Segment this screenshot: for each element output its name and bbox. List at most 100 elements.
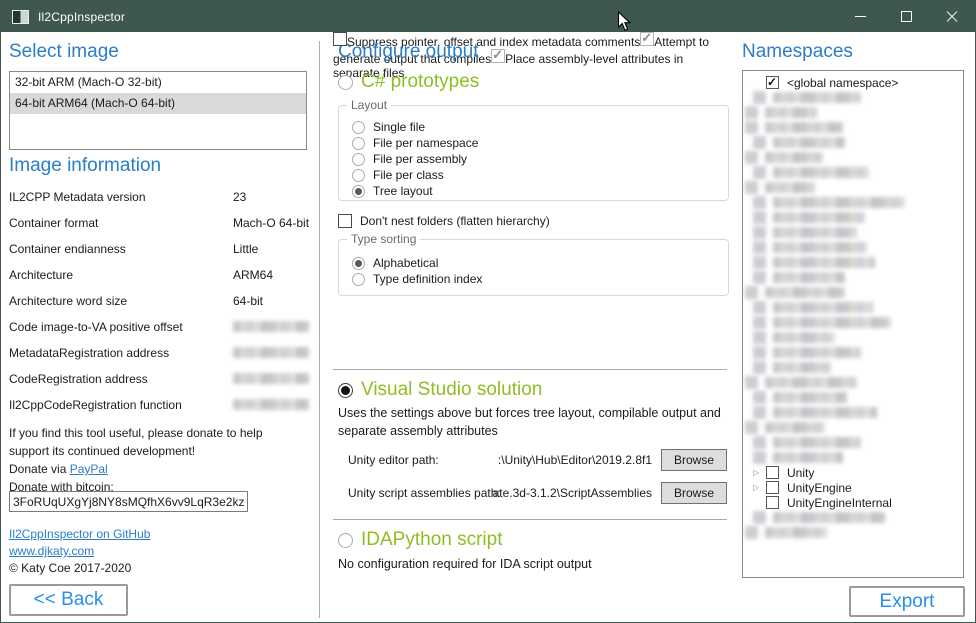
checkbox[interactable] bbox=[333, 32, 347, 46]
copyright-text: © Katy Coe 2017-2020 bbox=[9, 561, 131, 575]
tree-expander-icon[interactable]: ▷ bbox=[753, 481, 766, 494]
dont-nest-checkbox-row[interactable]: Don't nest folders (flatten hierarchy) bbox=[338, 212, 550, 230]
namespace-label: <global namespace> bbox=[787, 76, 898, 90]
checkbox[interactable] bbox=[640, 32, 654, 46]
namespace-row-redacted[interactable] bbox=[743, 225, 963, 240]
csharp-prototypes-option[interactable]: C# prototypes bbox=[338, 71, 479, 93]
namespace-label: UnityEngineInternal bbox=[787, 496, 892, 510]
namespace-row-redacted[interactable] bbox=[743, 450, 963, 465]
namespace-checkbox-redacted bbox=[753, 331, 766, 344]
namespace-checkbox-redacted bbox=[745, 286, 758, 299]
namespace-row-redacted[interactable] bbox=[743, 270, 963, 285]
radio-button[interactable] bbox=[352, 121, 365, 134]
close-button[interactable] bbox=[929, 1, 975, 32]
checkbox[interactable] bbox=[338, 214, 352, 228]
tree-expander-icon[interactable]: ▷ bbox=[753, 466, 766, 479]
namespace-row-redacted[interactable] bbox=[743, 120, 963, 135]
namespace-row-redacted[interactable] bbox=[743, 285, 963, 300]
image-list-item[interactable]: 32-bit ARM (Mach-O 32-bit) bbox=[10, 72, 306, 93]
radio-option[interactable]: Alphabetical bbox=[339, 255, 728, 271]
namespace-row[interactable]: UnityEngineInternal bbox=[743, 495, 963, 510]
namespace-row-redacted[interactable] bbox=[743, 435, 963, 450]
info-value-redacted bbox=[233, 347, 309, 358]
radio-button[interactable] bbox=[352, 169, 365, 182]
namespace-row-redacted[interactable] bbox=[743, 90, 963, 105]
namespace-row-redacted[interactable] bbox=[743, 300, 963, 315]
github-link[interactable]: Il2CppInspector on GitHub bbox=[9, 527, 150, 541]
namespace-checkbox[interactable] bbox=[766, 466, 779, 479]
image-listbox[interactable]: 32-bit ARM (Mach-O 32-bit)64-bit ARM64 (… bbox=[9, 71, 307, 150]
namespace-row-redacted[interactable] bbox=[743, 390, 963, 405]
radio-button[interactable] bbox=[352, 257, 365, 270]
namespace-checkbox[interactable] bbox=[766, 481, 779, 494]
namespace-row-redacted[interactable] bbox=[743, 405, 963, 420]
csharp-prototypes-radio[interactable] bbox=[338, 75, 353, 90]
bitcoin-address-input[interactable] bbox=[9, 491, 248, 512]
website-link[interactable]: www.djkaty.com bbox=[9, 544, 94, 558]
radio-option[interactable]: Tree layout bbox=[339, 183, 728, 199]
minimize-button[interactable] bbox=[837, 1, 883, 32]
namespace-checkbox-redacted bbox=[753, 436, 766, 449]
namespace-label-redacted bbox=[765, 182, 815, 193]
namespace-row-redacted[interactable] bbox=[743, 105, 963, 120]
paypal-link[interactable]: PayPal bbox=[70, 462, 108, 476]
namespace-row-redacted[interactable] bbox=[743, 510, 963, 525]
visual-studio-option[interactable]: Visual Studio solution bbox=[338, 379, 542, 401]
radio-label: Single file bbox=[373, 120, 425, 134]
radio-option[interactable]: File per namespace bbox=[339, 135, 728, 151]
namespace-row-redacted[interactable] bbox=[743, 195, 963, 210]
namespace-checkbox-redacted bbox=[753, 406, 766, 419]
visual-studio-desc-2: separate assembly attributes bbox=[338, 424, 498, 438]
namespace-row-redacted[interactable] bbox=[743, 330, 963, 345]
info-row: Il2CppCodeRegistration function bbox=[9, 393, 309, 419]
namespace-row-redacted[interactable] bbox=[743, 375, 963, 390]
info-value: Mach-O 64-bit bbox=[233, 216, 309, 230]
radio-option[interactable]: Type definition index bbox=[339, 271, 728, 287]
checkbox[interactable] bbox=[491, 49, 505, 63]
namespace-row-redacted[interactable] bbox=[743, 345, 963, 360]
namespace-row[interactable]: <global namespace> bbox=[743, 75, 963, 90]
namespace-label-redacted bbox=[765, 122, 843, 133]
idapython-desc: No configuration required for IDA script… bbox=[338, 557, 592, 571]
namespace-checkbox[interactable] bbox=[766, 76, 779, 89]
radio-option[interactable]: File per assembly bbox=[339, 151, 728, 167]
namespace-row-redacted[interactable] bbox=[743, 315, 963, 330]
namespace-row[interactable]: ▷Unity bbox=[743, 465, 963, 480]
namespace-checkbox-redacted bbox=[753, 241, 766, 254]
browse-button[interactable]: Browse bbox=[661, 449, 727, 471]
namespaces-tree[interactable]: <global namespace> ▷Unity▷UnityEngineUnit… bbox=[742, 70, 964, 578]
layout-group-label: Layout bbox=[347, 98, 391, 112]
radio-button[interactable] bbox=[352, 153, 365, 166]
browse-button[interactable]: Browse bbox=[661, 482, 727, 504]
namespace-row-redacted[interactable] bbox=[743, 360, 963, 375]
back-button[interactable]: << Back bbox=[9, 584, 128, 616]
radio-button[interactable] bbox=[352, 185, 365, 198]
maximize-button[interactable] bbox=[883, 1, 929, 32]
idapython-label: IDAPython script bbox=[361, 529, 503, 551]
namespace-row-redacted[interactable] bbox=[743, 420, 963, 435]
idapython-option[interactable]: IDAPython script bbox=[338, 529, 503, 551]
radio-button[interactable] bbox=[352, 137, 365, 150]
namespace-row-redacted[interactable] bbox=[743, 525, 963, 540]
export-button[interactable]: Export bbox=[849, 586, 965, 617]
idapython-radio[interactable] bbox=[338, 533, 353, 548]
visual-studio-radio[interactable] bbox=[338, 383, 353, 398]
info-value-redacted bbox=[233, 399, 309, 410]
namespace-checkbox-redacted bbox=[753, 136, 766, 149]
namespace-row-redacted[interactable] bbox=[743, 150, 963, 165]
radio-option[interactable]: File per class bbox=[339, 167, 728, 183]
radio-option[interactable]: Single file bbox=[339, 119, 728, 135]
namespace-checkbox-redacted bbox=[753, 211, 766, 224]
namespace-row-redacted[interactable] bbox=[743, 240, 963, 255]
namespace-row-redacted[interactable] bbox=[743, 210, 963, 225]
namespace-label-redacted bbox=[773, 137, 845, 148]
namespace-row-redacted[interactable] bbox=[743, 255, 963, 270]
namespace-row-redacted[interactable] bbox=[743, 165, 963, 180]
namespace-checkbox[interactable] bbox=[766, 496, 779, 509]
footer-links: Il2CppInspector on GitHub www.djkaty.com… bbox=[9, 526, 150, 577]
namespace-row-redacted[interactable] bbox=[743, 180, 963, 195]
radio-button[interactable] bbox=[352, 273, 365, 286]
namespace-row-redacted[interactable] bbox=[743, 135, 963, 150]
image-list-item[interactable]: 64-bit ARM64 (Mach-O 64-bit) bbox=[10, 93, 306, 114]
namespace-row[interactable]: ▷UnityEngine bbox=[743, 480, 963, 495]
